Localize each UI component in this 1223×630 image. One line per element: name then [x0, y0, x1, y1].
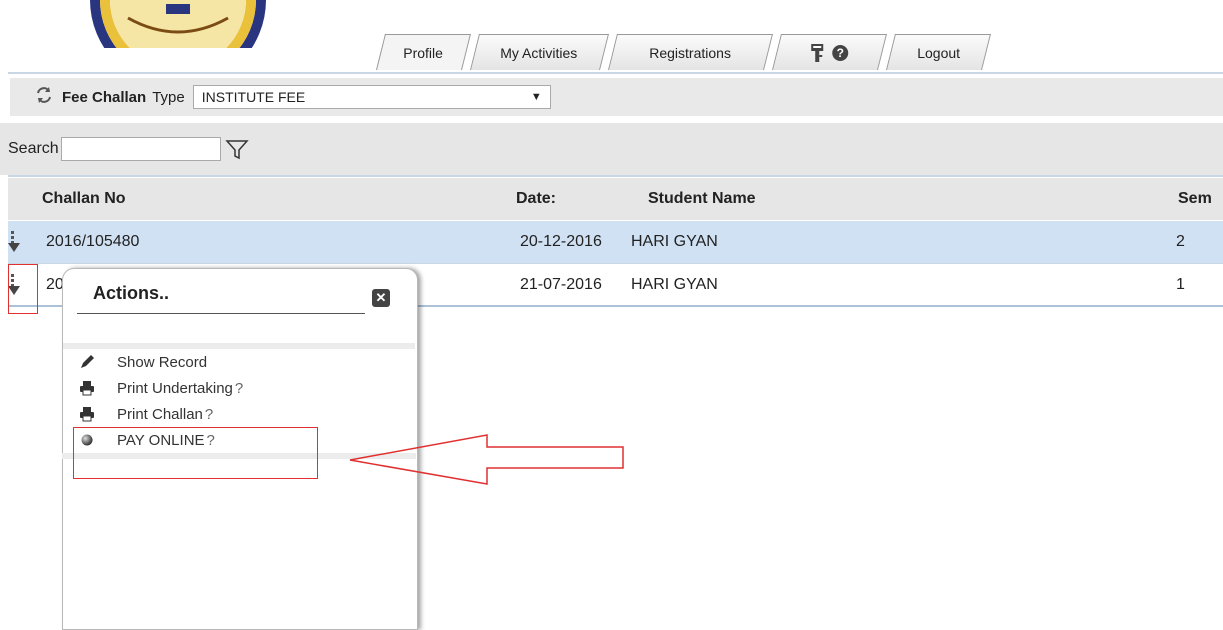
- sem-cell: 2: [1176, 233, 1185, 250]
- search-divider: [8, 175, 1223, 177]
- tab-registrations-label: Registrations: [649, 44, 732, 61]
- menu-item-print-challan[interactable]: Print Challan ?: [77, 403, 213, 425]
- search-bar: Search: [0, 123, 1223, 175]
- row-action-icon[interactable]: [8, 231, 22, 253]
- chevron-down-icon: ▼: [530, 91, 542, 103]
- fee-type-value: INSTITUTE FEE: [201, 89, 306, 105]
- popup-title-underline: [77, 313, 365, 314]
- tab-tools[interactable]: ?: [772, 34, 887, 70]
- search-label: Search: [8, 140, 59, 157]
- tab-my-activities-label: My Activities: [500, 44, 578, 61]
- menu-item-label: Print Challan: [117, 405, 203, 423]
- question-mark-icon: ?: [234, 379, 244, 397]
- tab-my-activities[interactable]: My Activities: [470, 34, 609, 70]
- fee-type-select[interactable]: INSTITUTE FEE ▼: [192, 85, 551, 109]
- pencil-icon: [77, 354, 97, 370]
- challan-no-cell: 2016/105480: [46, 233, 140, 250]
- filter-icon[interactable]: [225, 138, 249, 160]
- table-row[interactable]: 2016/105480 20-12-2016 HARI GYAN 2: [8, 221, 1223, 263]
- tab-logout-label: Logout: [916, 44, 960, 61]
- menu-item-print-undertaking[interactable]: Print Undertaking ?: [77, 377, 243, 399]
- date-cell: 20-12-2016: [520, 233, 602, 250]
- annotation-highlight-box: [8, 264, 38, 314]
- printer-icon: [77, 406, 97, 422]
- refresh-icon[interactable]: [34, 86, 56, 109]
- tab-profile[interactable]: Profile: [376, 34, 471, 70]
- fee-type-label: Type: [152, 88, 185, 106]
- tab-bar-divider: [8, 72, 1223, 74]
- key-icon[interactable]: [810, 43, 824, 63]
- close-icon[interactable]: ✕: [372, 289, 390, 307]
- tab-logout[interactable]: Logout: [886, 34, 991, 70]
- menu-item-label: Show Record: [117, 353, 208, 371]
- main-tab-bar: Profile My Activities Registrations ? Lo…: [0, 0, 1223, 72]
- student-name-cell: HARI GYAN: [631, 233, 718, 250]
- tab-registrations[interactable]: Registrations: [608, 34, 773, 70]
- popup-divider: [63, 343, 415, 349]
- tab-profile-label: Profile: [403, 44, 444, 61]
- column-date[interactable]: Date:: [516, 190, 556, 208]
- table-header: Challan No Date: Student Name Sem: [8, 178, 1223, 220]
- menu-item-label: Print Undertaking: [117, 379, 233, 397]
- date-cell: 21-07-2016: [520, 276, 602, 293]
- column-sem[interactable]: Sem: [1178, 190, 1212, 208]
- fee-challan-title: Fee Challan: [62, 88, 147, 106]
- menu-item-show-record[interactable]: Show Record: [77, 351, 207, 373]
- student-name-cell: HARI GYAN: [631, 276, 718, 293]
- printer-icon: [77, 380, 97, 396]
- search-input[interactable]: [60, 137, 221, 161]
- popup-title: Actions..: [93, 283, 170, 303]
- sem-cell: 1: [1176, 276, 1185, 293]
- annotation-arrow-icon: [349, 434, 624, 485]
- fee-challan-toolbar: Fee Challan Type INSTITUTE FEE ▼: [10, 78, 1223, 116]
- column-student-name[interactable]: Student Name: [648, 190, 756, 208]
- column-challan-no[interactable]: Challan No: [42, 190, 126, 208]
- question-mark-icon: ?: [204, 405, 214, 423]
- annotation-pay-online-box: [73, 427, 318, 479]
- help-icon[interactable]: ?: [832, 44, 849, 61]
